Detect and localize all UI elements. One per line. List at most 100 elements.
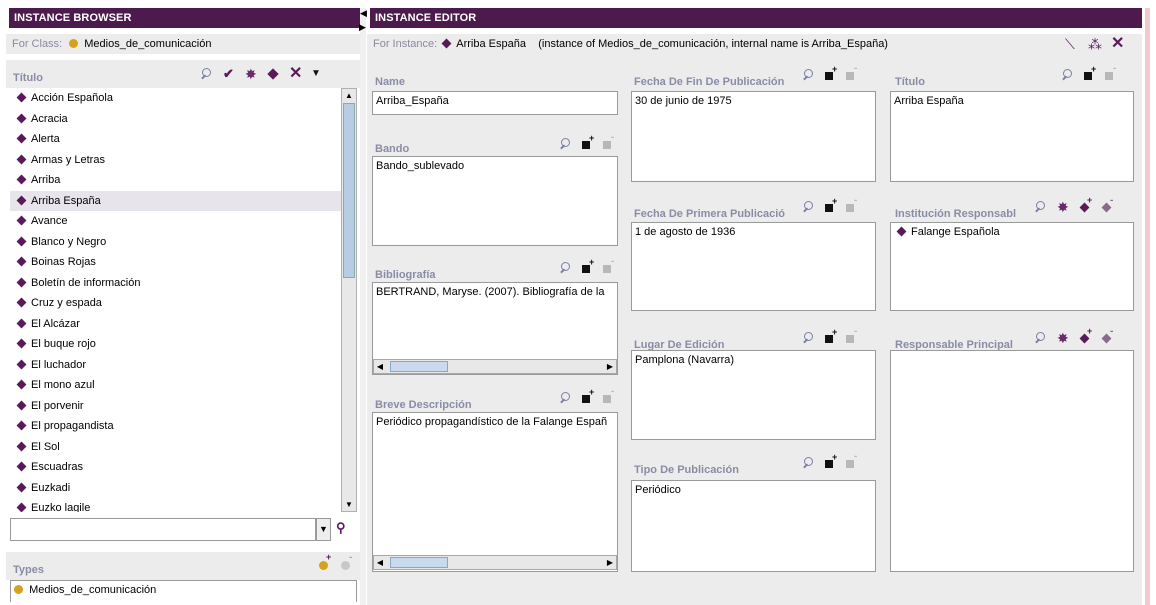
list-item[interactable]: Blanco y Negro [10,232,341,253]
list-item[interactable]: Boinas Rojas [10,252,341,273]
add-instance-icon[interactable] [1079,195,1092,213]
list-item[interactable]: Acracia [10,109,341,130]
instance-icon [16,277,27,287]
add-value-icon[interactable] [824,64,837,81]
add-value-icon[interactable] [824,196,837,213]
remove-value-icon[interactable] [1104,63,1116,81]
list-item[interactable]: Arriba [10,170,341,191]
list-item[interactable]: Cruz y espada [10,293,341,314]
list-item[interactable]: Escuadras [10,457,341,478]
remove-value-icon[interactable] [602,256,614,274]
instance-icon[interactable] [267,68,279,80]
delete-icon[interactable]: ✕ [289,66,302,82]
scroll-up-arrow[interactable]: ▲ [342,89,356,102]
search-icon[interactable] [1035,332,1047,344]
list-item[interactable]: Euzkadi [10,478,341,499]
hscroll-thumb[interactable] [390,361,448,372]
list-item-label: Avance [31,215,68,227]
list-scrollbar[interactable]: ▲ ▼ [341,88,357,512]
pane-splitter[interactable] [360,8,366,605]
scroll-down-arrow[interactable]: ▼ [342,498,356,511]
list-item[interactable]: Acción Española [10,88,341,109]
list-item[interactable]: El propagandista [10,416,341,437]
add-type-icon[interactable] [318,552,331,570]
instance-list[interactable]: Acción Española Acracia Alerta Armas y Letr… [10,88,341,512]
menu-arrow-icon[interactable]: ▼ [311,68,323,80]
remove-instance-icon[interactable] [1101,326,1113,344]
breve-field[interactable]: Periódico propagandístico de la Falange … [372,412,618,572]
remove-instance-icon[interactable] [1101,195,1113,213]
scroll-right-arrow[interactable]: ▶ [604,556,616,569]
lugar-field[interactable]: Pamplona (Navarra) [631,350,876,440]
scroll-right-arrow[interactable]: ▶ [604,360,616,373]
add-value-icon[interactable] [824,327,837,344]
search-icon[interactable] [1035,201,1047,213]
create-instance-icon[interactable]: ✸ [1057,331,1069,345]
remove-value-icon[interactable] [845,63,857,81]
list-item[interactable]: Avance [10,211,341,232]
list-item[interactable]: El luchador [10,355,341,376]
create-instance-icon[interactable]: ✸ [1057,200,1069,214]
search-icon[interactable] [803,201,815,213]
splitter-left-arrow[interactable]: ◀ [360,8,367,19]
configure-icon[interactable]: ⁂ [1088,37,1102,51]
list-item[interactable]: El buque rojo [10,334,341,355]
list-scroll-thumb[interactable] [343,103,355,278]
close-icon[interactable]: ✕ [1111,36,1124,52]
search-dropdown-arrow[interactable]: ▼ [316,518,331,541]
list-item[interactable]: Alerta [10,129,341,150]
search-icon[interactable] [803,69,815,81]
search-icon[interactable] [803,332,815,344]
name-field[interactable]: Arriba_España [372,91,618,115]
for-instance-bar: For Instance: Arriba España (instance of… [367,34,1142,54]
list-item[interactable]: Armas y Letras [10,150,341,171]
types-item[interactable]: Medios_de_comunicación [29,584,156,596]
titulo-field[interactable]: Arriba España [890,91,1134,182]
remove-type-icon[interactable] [340,552,352,570]
responsable-field[interactable] [890,350,1134,572]
bibliografia-hscroll[interactable]: ◀ ▶ [373,359,617,374]
bando-field[interactable]: Bando_sublevado [372,156,618,246]
list-item[interactable]: El Alcázar [10,314,341,335]
institucion-toolbar: ✸ [1035,195,1113,214]
institucion-value[interactable]: Falange Española [911,226,1000,238]
add-value-icon[interactable] [581,133,594,150]
instance-icon [16,256,27,267]
search-icon[interactable] [803,457,815,469]
remove-value-icon[interactable] [602,132,614,150]
add-value-icon[interactable] [824,452,837,469]
add-value-icon[interactable] [1083,64,1096,81]
search-input[interactable] [10,518,316,541]
tipo-field[interactable]: Periódico [631,480,876,572]
list-item[interactable]: Euzko lagile [10,498,341,512]
search-icon[interactable] [1062,69,1074,81]
remove-value-icon[interactable] [845,195,857,213]
list-item[interactable]: El mono azul [10,375,341,396]
search-icon[interactable] [201,68,213,80]
scroll-left-arrow[interactable]: ◀ [374,360,386,373]
list-item[interactable]: El porvenir [10,396,341,417]
add-value-icon[interactable] [581,387,594,404]
institucion-field[interactable]: Falange Española [890,222,1134,311]
list-item[interactable]: El Sol [10,437,341,458]
hscroll-thumb[interactable] [390,557,448,568]
search-icon[interactable] [560,262,572,274]
fecha-fin-field[interactable]: 30 de junio de 1975 [631,91,876,182]
add-instance-icon[interactable] [1079,326,1092,344]
create-instance-icon[interactable]: ✸ [245,67,257,81]
list-item[interactable]: Boletín de información [10,273,341,294]
splitter-right-arrow[interactable]: ▶ [359,22,366,33]
search-icon[interactable] [560,392,572,404]
remove-value-icon[interactable] [845,451,857,469]
wand-icon[interactable]: ⟍ [1065,37,1077,51]
search-icon[interactable] [560,138,572,150]
list-item[interactable]: Arriba España [10,190,341,211]
binoculars-icon[interactable]: ⚲ [336,520,346,536]
remove-value-icon[interactable] [602,386,614,404]
breve-hscroll[interactable]: ◀ ▶ [373,555,617,570]
add-value-icon[interactable] [581,257,594,274]
remove-value-icon[interactable] [845,326,857,344]
check-icon[interactable]: ✔ [223,67,235,80]
fecha-primera-field[interactable]: 1 de agosto de 1936 [631,222,876,311]
scroll-left-arrow[interactable]: ◀ [374,556,386,569]
